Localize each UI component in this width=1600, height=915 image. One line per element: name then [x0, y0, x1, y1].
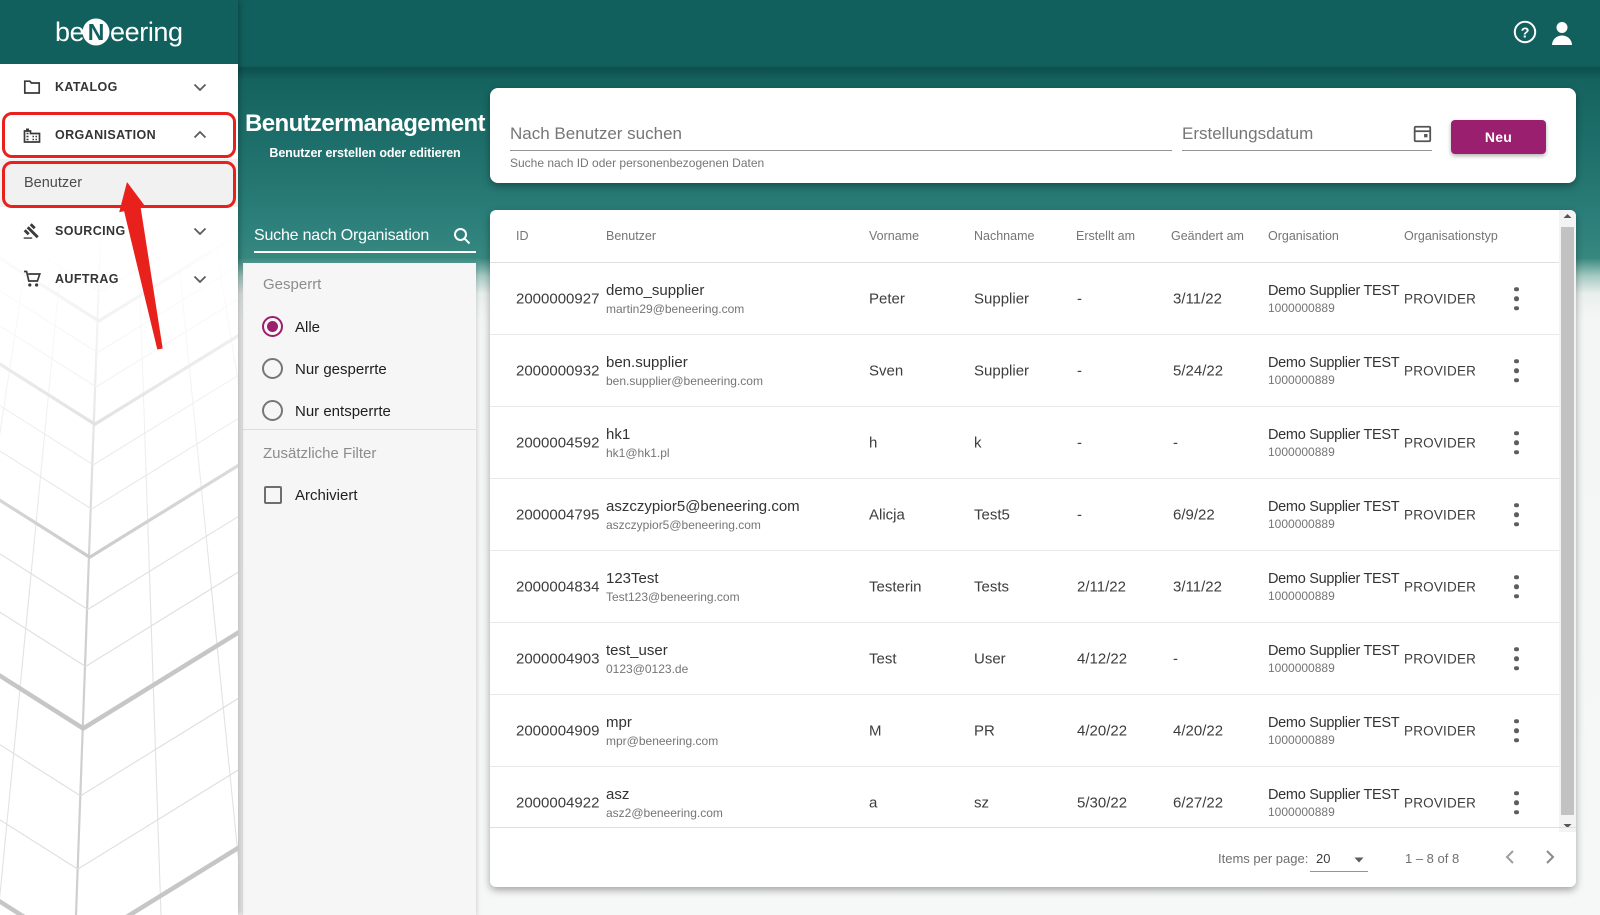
svg-text:be: be: [55, 17, 84, 47]
svg-text:N: N: [88, 19, 105, 45]
svg-text:eering: eering: [110, 17, 183, 47]
svg-text:?: ?: [1521, 26, 1530, 42]
